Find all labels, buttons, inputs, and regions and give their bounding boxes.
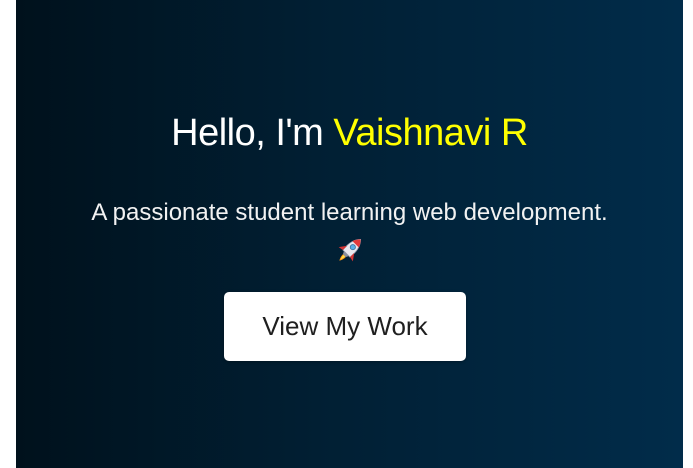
tagline-text: A passionate student learning web develo… bbox=[91, 199, 608, 226]
view-my-work-button[interactable]: View My Work bbox=[224, 292, 466, 361]
rocket-icon bbox=[333, 233, 367, 267]
page-frame: Hello, I'm Vaishnavi R A passionate stud… bbox=[16, 0, 683, 468]
hero-tagline: A passionate student learning web develo… bbox=[26, 195, 673, 267]
hero-name: Vaishnavi R bbox=[333, 112, 528, 154]
hero-section: Hello, I'm Vaishnavi R A passionate stud… bbox=[16, 0, 683, 468]
greeting-text: Hello, I'm bbox=[171, 112, 334, 154]
hero-title: Hello, I'm Vaishnavi R bbox=[16, 108, 683, 158]
